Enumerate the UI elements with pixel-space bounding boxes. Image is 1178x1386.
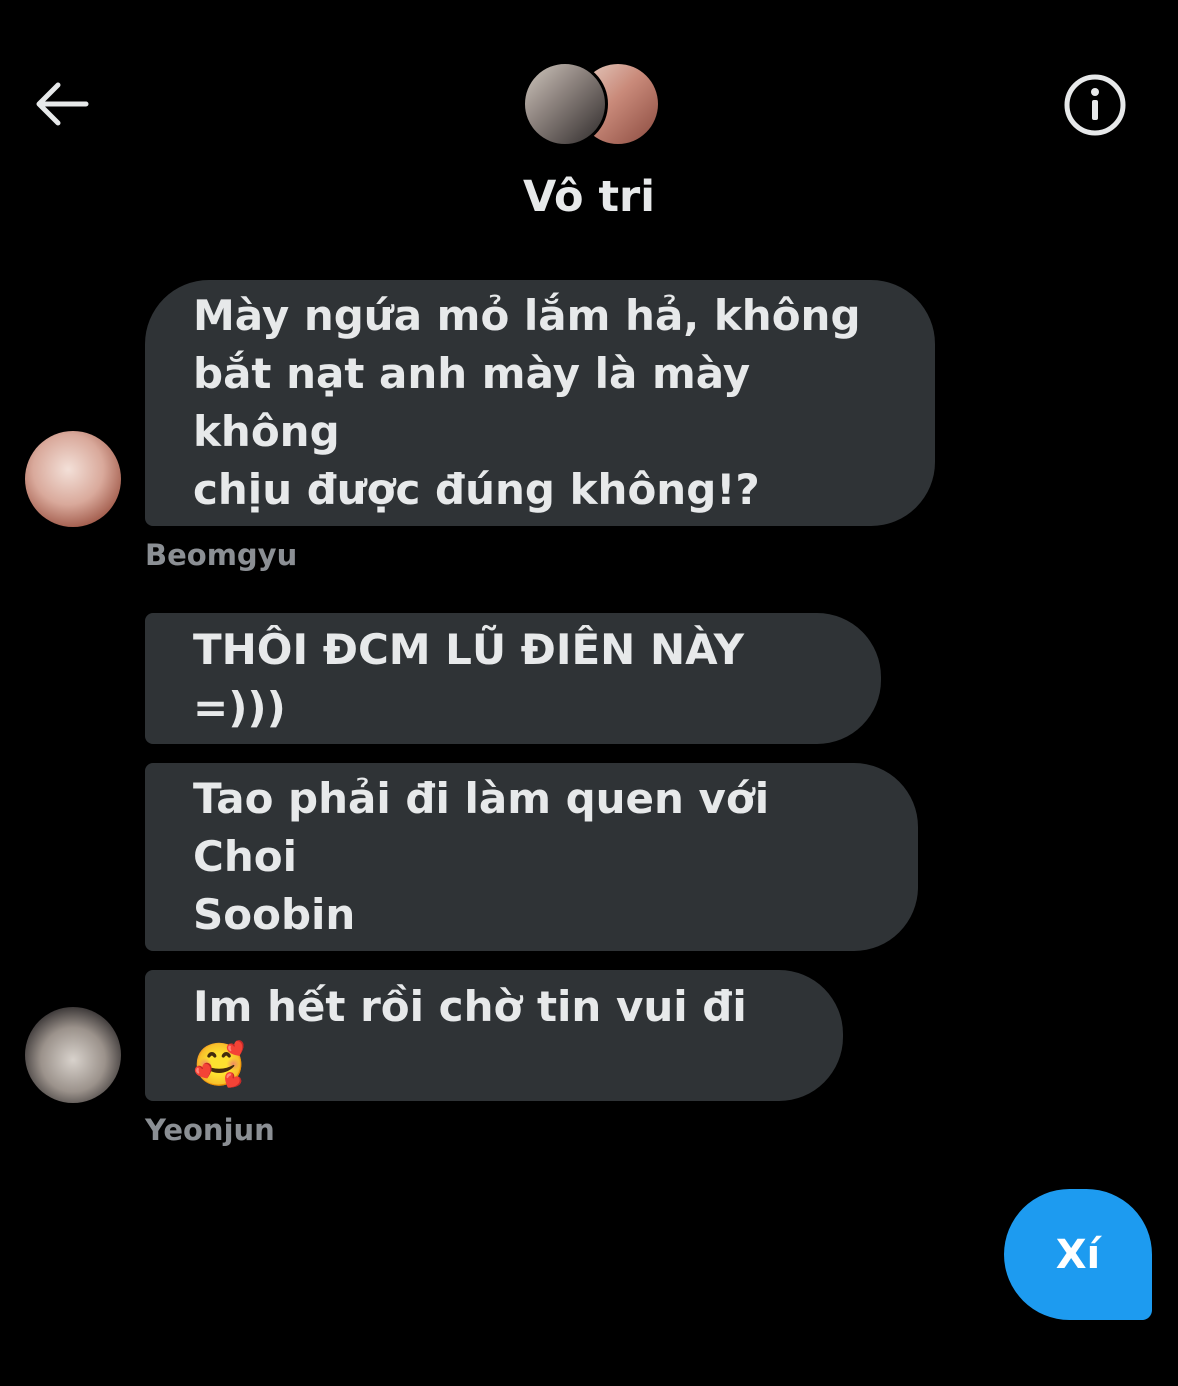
message-line: Tao phải đi làm quen với Choi <box>193 774 770 881</box>
message-text: THÔI ĐCM LŨ ĐIÊN NÀY =))) <box>193 624 745 732</box>
message-line: chịu được đúng không!? <box>193 465 760 514</box>
message-bubble[interactable]: Mày ngứa mỏ lắm hả, không bắt nạt anh mà… <box>145 280 935 526</box>
message-text: Im hết rồi chờ tin vui đi 🥰 <box>193 981 747 1089</box>
conversation-title: Vô tri <box>523 172 655 222</box>
member-avatar-yeonjun <box>522 61 608 147</box>
info-button[interactable] <box>1062 72 1128 138</box>
message-bubble[interactable]: THÔI ĐCM LŨ ĐIÊN NÀY =))) <box>145 613 881 744</box>
arrow-left-icon <box>36 82 89 126</box>
sender-name: Yeonjun <box>145 1113 275 1147</box>
message-text: Tao phải đi làm quen với Choi Soobin <box>193 770 870 944</box>
info-circle-icon <box>1064 74 1126 136</box>
back-button[interactable] <box>30 76 94 132</box>
message-bubble[interactable]: Tao phải đi làm quen với Choi Soobin <box>145 763 918 951</box>
group-avatars[interactable] <box>522 61 662 148</box>
avatar-yeonjun[interactable] <box>25 1007 121 1103</box>
message-bubble[interactable]: Im hết rồi chờ tin vui đi 🥰 <box>145 970 843 1101</box>
message-line: bắt nạt anh mày là mày không <box>193 349 751 456</box>
message-text: Mày ngứa mỏ lắm hả, không bắt nạt anh mà… <box>193 287 887 519</box>
message-line: Soobin <box>193 890 356 939</box>
own-message-bubble[interactable]: Xí <box>1004 1189 1152 1320</box>
own-message-text: Xí <box>1055 1231 1101 1278</box>
message-line: Mày ngứa mỏ lắm hả, không <box>193 291 861 340</box>
sender-name: Beomgyu <box>145 538 298 572</box>
avatar-beomgyu[interactable] <box>25 431 121 527</box>
